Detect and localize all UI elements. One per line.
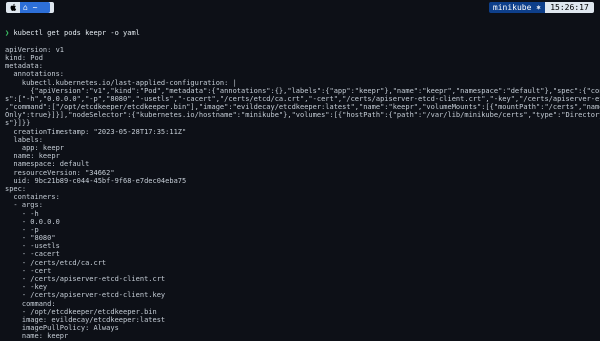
output-line: - /certs/etcd/ca.crt	[5, 258, 107, 267]
output-line: spec:	[5, 184, 27, 193]
home-dir-segment: ⌂ ~	[20, 2, 50, 13]
output-line: containers:	[5, 193, 60, 202]
output-line: kind: Pod	[5, 53, 43, 62]
output-line: - /certs/apiserver-etcd-client.crt	[5, 275, 166, 284]
output-line: app: keepr	[5, 144, 65, 153]
command-text: kubectl get pods keepr -o yaml	[13, 29, 140, 38]
output-line: - args:	[5, 201, 43, 210]
output-line: - /certs/apiserver-etcd-client.key	[5, 291, 166, 300]
prompt-chevron: ❯	[5, 29, 10, 38]
output-line: name: keepr	[5, 332, 69, 341]
terminal-output: ❯ kubectl get pods keepr -o yaml apiVers…	[5, 13, 600, 341]
apple-icon	[10, 3, 17, 11]
output-line: annotations:	[5, 70, 65, 79]
output-line: - -key	[5, 283, 48, 292]
output-line: - -p	[5, 225, 39, 234]
kube-context-segment: minikube ⎈	[489, 2, 545, 13]
output-line: creationTimestamp: "2023-05-28T17:35:11Z…	[5, 127, 187, 136]
output-line: Only":true}]}],"nodeSelector":{"kubernet…	[5, 111, 600, 120]
output-line: - /opt/etcdkeeper/etcdkeeper.bin	[5, 307, 157, 316]
output-line: uid: 9bc21b89-c044-45bf-9f68-e7dec04eba7…	[5, 176, 187, 185]
output-line: - "8080"	[5, 234, 56, 243]
output-line: metadata:	[5, 62, 43, 71]
shell-prompt-bar: ⌂ ~ minikube ⎈ 15:26:17	[0, 0, 600, 14]
os-segment: ⌂ ~	[6, 2, 54, 13]
output-line: s"}]}}	[5, 119, 31, 128]
output-line: imagePullPolicy: Always	[5, 324, 119, 333]
output-line: - -cert	[5, 266, 52, 275]
output-line: apiVersion: v1	[5, 45, 65, 54]
output-line: namespace: default	[5, 160, 90, 169]
output-line: ,"command":["/opt/etcdkeeper/etcdkeeper.…	[5, 103, 600, 112]
command-line: ❯ kubectl get pods keepr -o yaml	[5, 29, 600, 37]
home-dir-label: ~	[32, 3, 38, 12]
clock-segment: 15:26:17	[545, 2, 594, 13]
output-line: image: evildecay/etcdkeeper:latest	[5, 315, 166, 324]
output-line: - -h	[5, 209, 39, 218]
output-line: - -cacert	[5, 250, 60, 259]
output-line: - 0.0.0.0	[5, 217, 60, 226]
output-line: command:	[5, 299, 56, 308]
output-line: kubectl.kubernetes.io/last-applied-confi…	[5, 78, 237, 87]
home-icon: ⌂	[23, 3, 28, 12]
output-line: {"apiVersion":"v1","kind":"Pod","metadat…	[30, 86, 600, 95]
output-line: resourceVersion: "34662"	[5, 168, 115, 177]
output-line: s":["-h","0.0.0.0","-p","8080","-usetls"…	[5, 94, 600, 103]
output-line: - -usetls	[5, 242, 60, 251]
output-line: labels:	[5, 135, 43, 144]
output-line: name: keepr	[5, 152, 60, 161]
